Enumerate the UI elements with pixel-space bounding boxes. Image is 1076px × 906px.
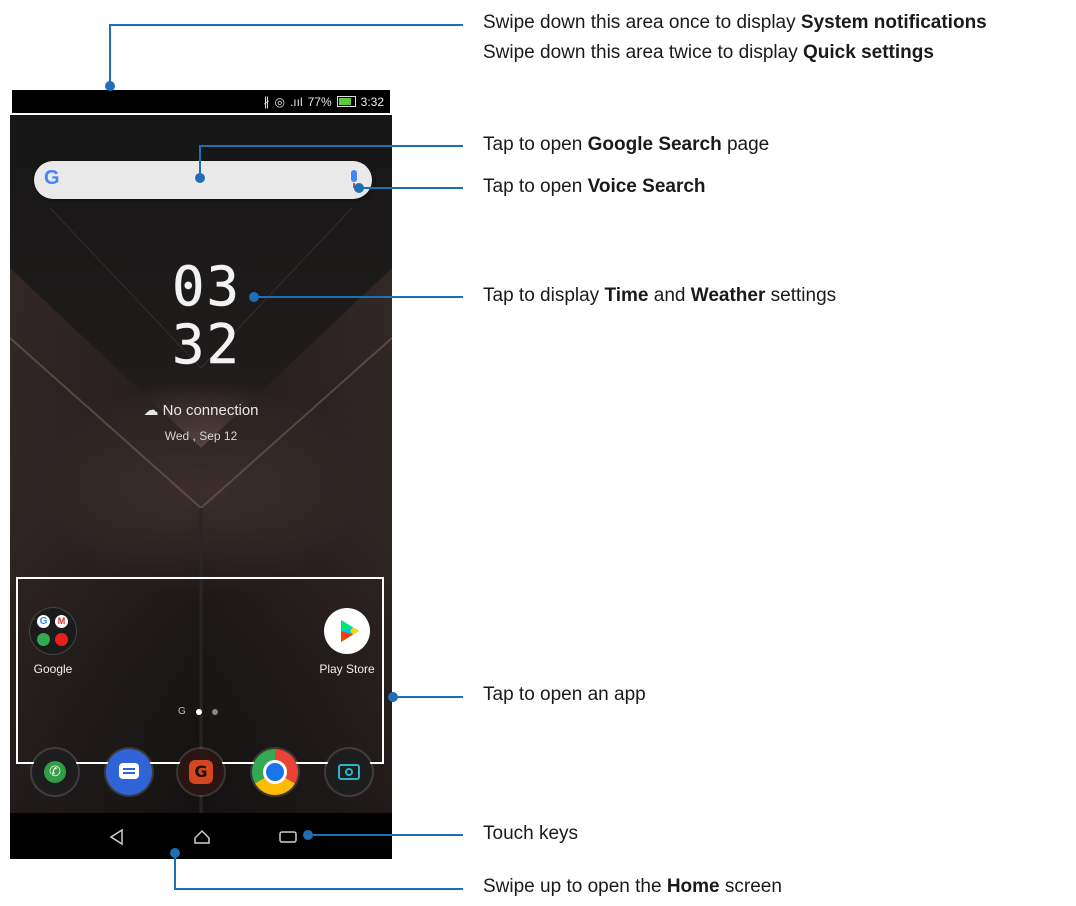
play-store-icon — [324, 608, 370, 654]
callout-search-post: page — [721, 134, 770, 155]
game-center-app[interactable]: G — [178, 749, 224, 795]
page-dot-1[interactable] — [195, 708, 202, 715]
callout-dot-voice — [354, 183, 364, 193]
callout-voice-bold: Voice Search — [587, 176, 706, 197]
google-folder-icon: G M — [30, 608, 76, 654]
callout-time-mid: and — [648, 285, 691, 306]
recents-icon[interactable] — [278, 827, 298, 847]
callout-home: Swipe up to open the Home screen — [483, 876, 782, 898]
bluetooth-icon: ∦ — [263, 94, 270, 109]
callout-dot-search — [195, 173, 205, 183]
callout-dot-home — [170, 848, 180, 858]
callout-search: Tap to open Google Search page — [483, 134, 769, 156]
clock-widget[interactable]: 03 32 — [172, 255, 242, 376]
chrome-icon — [252, 749, 298, 795]
callout-apps: Tap to open an app — [483, 684, 646, 705]
callout-status-line2: Swipe down this area twice to display Qu… — [483, 42, 934, 64]
phone-icon: ✆ — [32, 749, 78, 795]
callout-line-time — [253, 296, 463, 298]
callout-line-home-h — [174, 888, 463, 890]
callout-line-voice — [358, 187, 463, 189]
phone-app[interactable]: ✆ — [32, 749, 78, 795]
callout-line-keys — [307, 834, 463, 836]
date-label: Wed , Sep 12 — [164, 429, 238, 443]
callout-time: Tap to display Time and Weather settings — [483, 285, 836, 307]
callout-line-status-h — [109, 24, 463, 26]
messages-icon — [106, 749, 152, 795]
callout-time-text: Tap to display — [483, 285, 605, 306]
app-label-google: Google — [33, 662, 73, 676]
page-indicator: G — [178, 706, 218, 717]
signal-icon: .ııl — [289, 94, 303, 109]
status-bar[interactable]: ∦ ◎ .ııl 77% 3:32 — [10, 88, 392, 115]
messages-app[interactable] — [106, 749, 152, 795]
navigation-bar — [10, 813, 392, 859]
clock-hour: 03 — [172, 255, 242, 318]
status-time: 3:32 — [360, 94, 384, 109]
callout-line-apps — [393, 696, 463, 698]
callout-time-bold1: Time — [604, 285, 649, 306]
camera-app[interactable] — [326, 749, 372, 795]
clock-minute: 32 — [172, 313, 242, 376]
callout-voice-text: Tap to open — [483, 176, 588, 197]
vibrate-icon: ◎ — [274, 94, 285, 109]
callout-home-text: Swipe up to open the — [483, 876, 667, 897]
callout-dot-status — [105, 81, 115, 91]
callout-time-bold2: Weather — [690, 285, 766, 306]
callout-dot-keys — [303, 830, 313, 840]
battery-percent: 77% — [307, 94, 332, 109]
google-logo-icon: G — [44, 167, 60, 189]
app-label-play-store: Play Store — [319, 662, 375, 676]
weather-text: No connection — [162, 402, 259, 419]
play-store-app[interactable]: Play Store — [312, 608, 382, 676]
back-icon[interactable] — [107, 827, 127, 847]
game-center-icon: G — [178, 749, 224, 795]
callout-line-status-v — [109, 24, 111, 86]
callout-status-line2-text: Swipe down this area twice to display — [483, 42, 803, 63]
callout-touch-keys: Touch keys — [483, 823, 579, 844]
page-dot-2[interactable] — [211, 708, 218, 715]
camera-icon — [326, 749, 372, 795]
weather-status[interactable]: ☁ No connection — [10, 401, 392, 419]
home-icon[interactable] — [192, 827, 212, 847]
callout-status-line1-bold: System notifications — [800, 12, 987, 33]
battery-icon — [336, 96, 356, 107]
callout-dot-apps — [388, 692, 398, 702]
phone-screen: ∦ ◎ .ııl 77% 3:32 G 03 32 ☁ No connectio… — [10, 88, 392, 859]
callout-home-post: screen — [719, 876, 782, 897]
callout-status-line1: Swipe down this area once to display Sys… — [483, 12, 987, 34]
callout-voice: Tap to open Voice Search — [483, 176, 706, 198]
callout-status-line2-bold: Quick settings — [803, 42, 934, 63]
cloud-icon: ☁ — [143, 402, 159, 419]
callout-search-text: Tap to open — [483, 134, 588, 155]
callout-dot-time — [249, 292, 259, 302]
callout-home-bold: Home — [666, 876, 720, 897]
callout-line-search-h — [199, 145, 463, 147]
callout-time-post: settings — [765, 285, 837, 306]
callout-status-line1-text: Swipe down this area once to display — [483, 12, 801, 33]
chrome-app[interactable] — [252, 749, 298, 795]
google-folder[interactable]: G M Google — [18, 608, 88, 676]
callout-search-bold: Google Search — [587, 134, 722, 155]
google-page-mark: G — [178, 706, 186, 717]
